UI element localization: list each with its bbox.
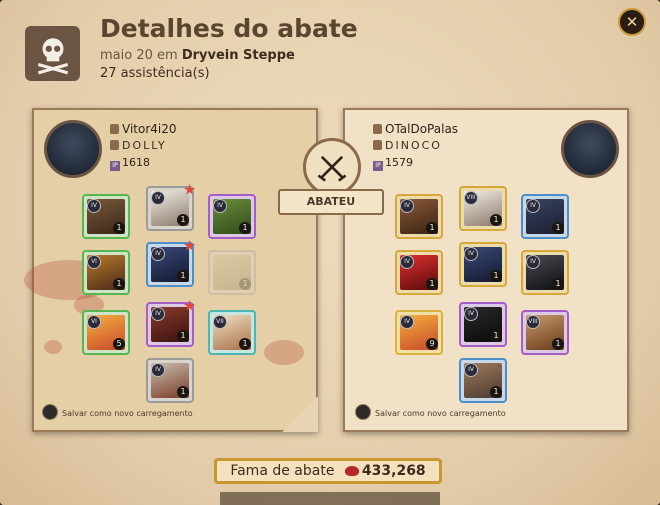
armor-slot[interactable]: IV 1 [459, 242, 507, 287]
bag-slot[interactable]: IV 1 [395, 194, 443, 239]
skull-icon [25, 26, 80, 81]
boots-slot[interactable]: IV 1 [459, 302, 507, 347]
victim-ip: IP 1579 [373, 156, 413, 171]
avatar[interactable] [44, 120, 102, 178]
off-hand-slot[interactable]: IV 1 [521, 250, 569, 295]
background-overlay [220, 492, 440, 505]
mount-slot[interactable]: IV 1 [146, 358, 194, 403]
crossed-swords-icon [303, 138, 361, 196]
save-icon [42, 404, 58, 420]
potion-slot[interactable]: IV 9 [395, 310, 443, 355]
killer-ip: IP 1618 [110, 156, 150, 171]
kill-date: maio 20 em [100, 48, 178, 63]
ip-icon: IP [373, 161, 383, 171]
kill-fame: Fama de abate 433,268 [214, 458, 442, 484]
victim-guild[interactable]: DINOCO [373, 139, 442, 152]
kill-details-window: Detalhes do abate maio 20 em Dryvein Ste… [0, 0, 660, 505]
helmet-slot[interactable]: VIII 1 [459, 186, 507, 231]
kill-fame-value: 433,268 [344, 463, 426, 479]
shield-icon [110, 140, 119, 150]
food-slot[interactable]: VIII 1 [521, 310, 569, 355]
save-loadout-button[interactable]: Salvar como novo carregamento [355, 404, 506, 420]
cape-slot[interactable]: IV 1 [208, 194, 256, 239]
star-icon [184, 300, 195, 311]
save-loadout-button[interactable]: Salvar como novo carregamento [42, 404, 193, 420]
bag-slot[interactable]: IV 1 [82, 194, 130, 239]
star-icon [184, 240, 195, 251]
star-icon [184, 184, 195, 195]
kill-location: Dryvein Steppe [181, 48, 295, 63]
close-icon: ✕ [625, 13, 639, 31]
page-title: Detalhes do abate [100, 14, 358, 43]
victim-panel: OTalDoPalas DINOCO IP 1579 IV 1 VIII 1 IV 1 … [343, 108, 629, 432]
page-curl [282, 396, 318, 432]
avatar[interactable] [561, 120, 619, 178]
fame-icon [344, 466, 359, 476]
kill-date-location: maio 20 em Dryvein Steppe [100, 48, 295, 63]
food-slot[interactable]: VII 1 [208, 310, 256, 355]
potion-slot[interactable]: VI 5 [82, 310, 130, 355]
shield-icon [373, 140, 382, 150]
ip-icon: IP [110, 161, 120, 171]
off-hand-slot[interactable]: 1 [208, 250, 256, 295]
player-icon [373, 124, 382, 134]
main-hand-slot[interactable]: VI 1 [82, 250, 130, 295]
cape-slot[interactable]: IV 1 [521, 194, 569, 239]
killer-panel: Vitor4i20 DOLLY IP 1618 IV 1 IV 1 IV 1 VI 1 I… [24, 108, 318, 432]
save-icon [355, 404, 371, 420]
mount-slot[interactable]: IV 1 [459, 358, 507, 403]
player-icon [110, 124, 119, 134]
main-hand-slot[interactable]: IV 1 [395, 250, 443, 295]
close-button[interactable]: ✕ [618, 8, 646, 36]
killer-name[interactable]: Vitor4i20 [110, 122, 177, 136]
killed-label: ABATEU [278, 189, 384, 215]
killer-guild[interactable]: DOLLY [110, 139, 167, 152]
victim-name[interactable]: OTalDoPalas [373, 122, 458, 136]
assist-count: 27 assistência(s) [100, 66, 210, 81]
kill-fame-label: Fama de abate [230, 463, 335, 479]
